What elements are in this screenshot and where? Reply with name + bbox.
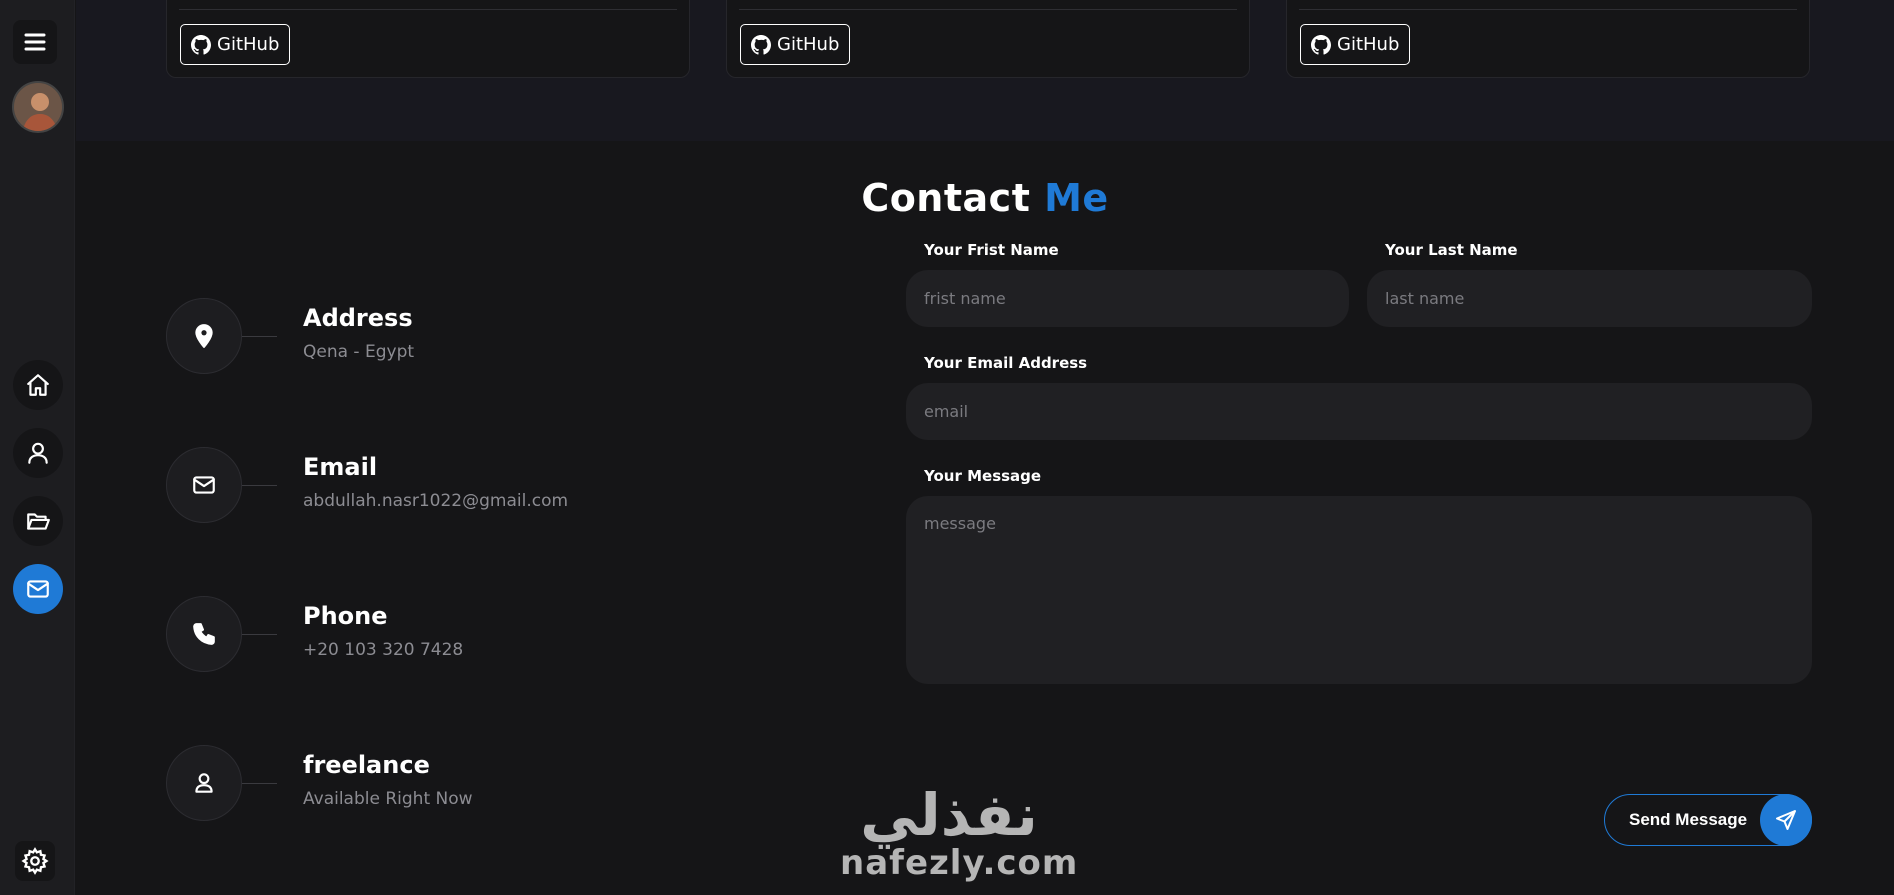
info-icon-circle <box>166 298 242 374</box>
message-label: Your Message <box>924 467 1042 485</box>
github-icon <box>751 34 771 55</box>
title-main: Contact <box>861 176 1031 220</box>
phone-icon <box>193 623 215 645</box>
project-card: GitHub <box>726 0 1250 78</box>
info-icon-circle <box>166 447 242 523</box>
github-icon <box>191 34 211 55</box>
github-icon <box>1311 34 1331 55</box>
menu-toggle-button[interactable] <box>13 20 57 64</box>
user-icon <box>28 442 48 464</box>
sidebar <box>0 0 75 895</box>
info-connector <box>242 336 277 337</box>
info-connector <box>242 783 277 784</box>
project-card: GitHub <box>166 0 690 78</box>
info-value: +20 103 320 7428 <box>303 640 464 660</box>
info-value: Qena - Egypt <box>303 342 415 362</box>
projects-section: GitHub GitHub GitHub <box>76 0 1894 141</box>
info-phone: Phone +20 103 320 7428 <box>166 596 806 676</box>
avatar-image <box>14 83 62 131</box>
info-title: Phone <box>303 602 388 630</box>
gear-icon <box>21 847 49 875</box>
email-label: Your Email Address <box>924 354 1088 372</box>
mail-icon <box>27 580 49 598</box>
mail-icon <box>193 476 215 494</box>
info-title: Address <box>303 304 413 332</box>
info-value: abdullah.nasr1022@gmail.com <box>303 491 569 511</box>
github-label: GitHub <box>1337 34 1400 55</box>
github-button[interactable]: GitHub <box>180 24 291 65</box>
avatar[interactable] <box>12 81 64 133</box>
info-email: Email abdullah.nasr1022@gmail.com <box>166 447 806 527</box>
first-name-input[interactable] <box>906 270 1349 327</box>
title-accent: Me <box>1044 176 1109 220</box>
location-pin-icon <box>195 324 213 348</box>
send-message-button[interactable]: Send Message <box>1604 794 1812 846</box>
message-textarea[interactable] <box>906 496 1812 684</box>
info-title: Email <box>303 453 378 481</box>
info-value: Available Right Now <box>303 789 473 809</box>
card-divider <box>1299 9 1797 10</box>
info-title: freelance <box>303 751 430 779</box>
home-icon <box>27 374 49 396</box>
settings-button[interactable] <box>15 841 55 881</box>
info-icon-circle <box>166 745 242 821</box>
card-divider <box>739 9 1237 10</box>
contact-section: Contact Me Address Qena - Egypt Email ab… <box>76 141 1894 895</box>
project-card: GitHub <box>1286 0 1810 78</box>
send-icon-circle <box>1760 794 1812 846</box>
nav-portfolio-button[interactable] <box>13 496 63 546</box>
paper-plane-icon <box>1776 810 1796 830</box>
info-icon-circle <box>166 596 242 672</box>
nav-contact-button[interactable] <box>13 564 63 614</box>
card-divider <box>179 9 677 10</box>
last-name-label: Your Last Name <box>1385 241 1518 259</box>
github-button[interactable]: GitHub <box>740 24 851 65</box>
section-title: Contact Me <box>76 176 1894 220</box>
info-address: Address Qena - Egypt <box>166 298 806 378</box>
info-connector <box>242 634 277 635</box>
folder-icon <box>27 513 50 530</box>
github-label: GitHub <box>217 34 280 55</box>
last-name-input[interactable] <box>1367 270 1812 327</box>
info-connector <box>242 485 277 486</box>
user-icon <box>195 773 213 793</box>
first-name-label: Your Frist Name <box>924 241 1059 259</box>
nav-home-button[interactable] <box>13 360 63 410</box>
github-button[interactable]: GitHub <box>1300 24 1411 65</box>
hamburger-menu-icon <box>24 33 46 51</box>
github-label: GitHub <box>777 34 840 55</box>
info-freelance: freelance Available Right Now <box>166 745 806 825</box>
email-input[interactable] <box>906 383 1812 440</box>
send-message-label: Send Message <box>1629 810 1748 829</box>
nav-about-button[interactable] <box>13 428 63 478</box>
